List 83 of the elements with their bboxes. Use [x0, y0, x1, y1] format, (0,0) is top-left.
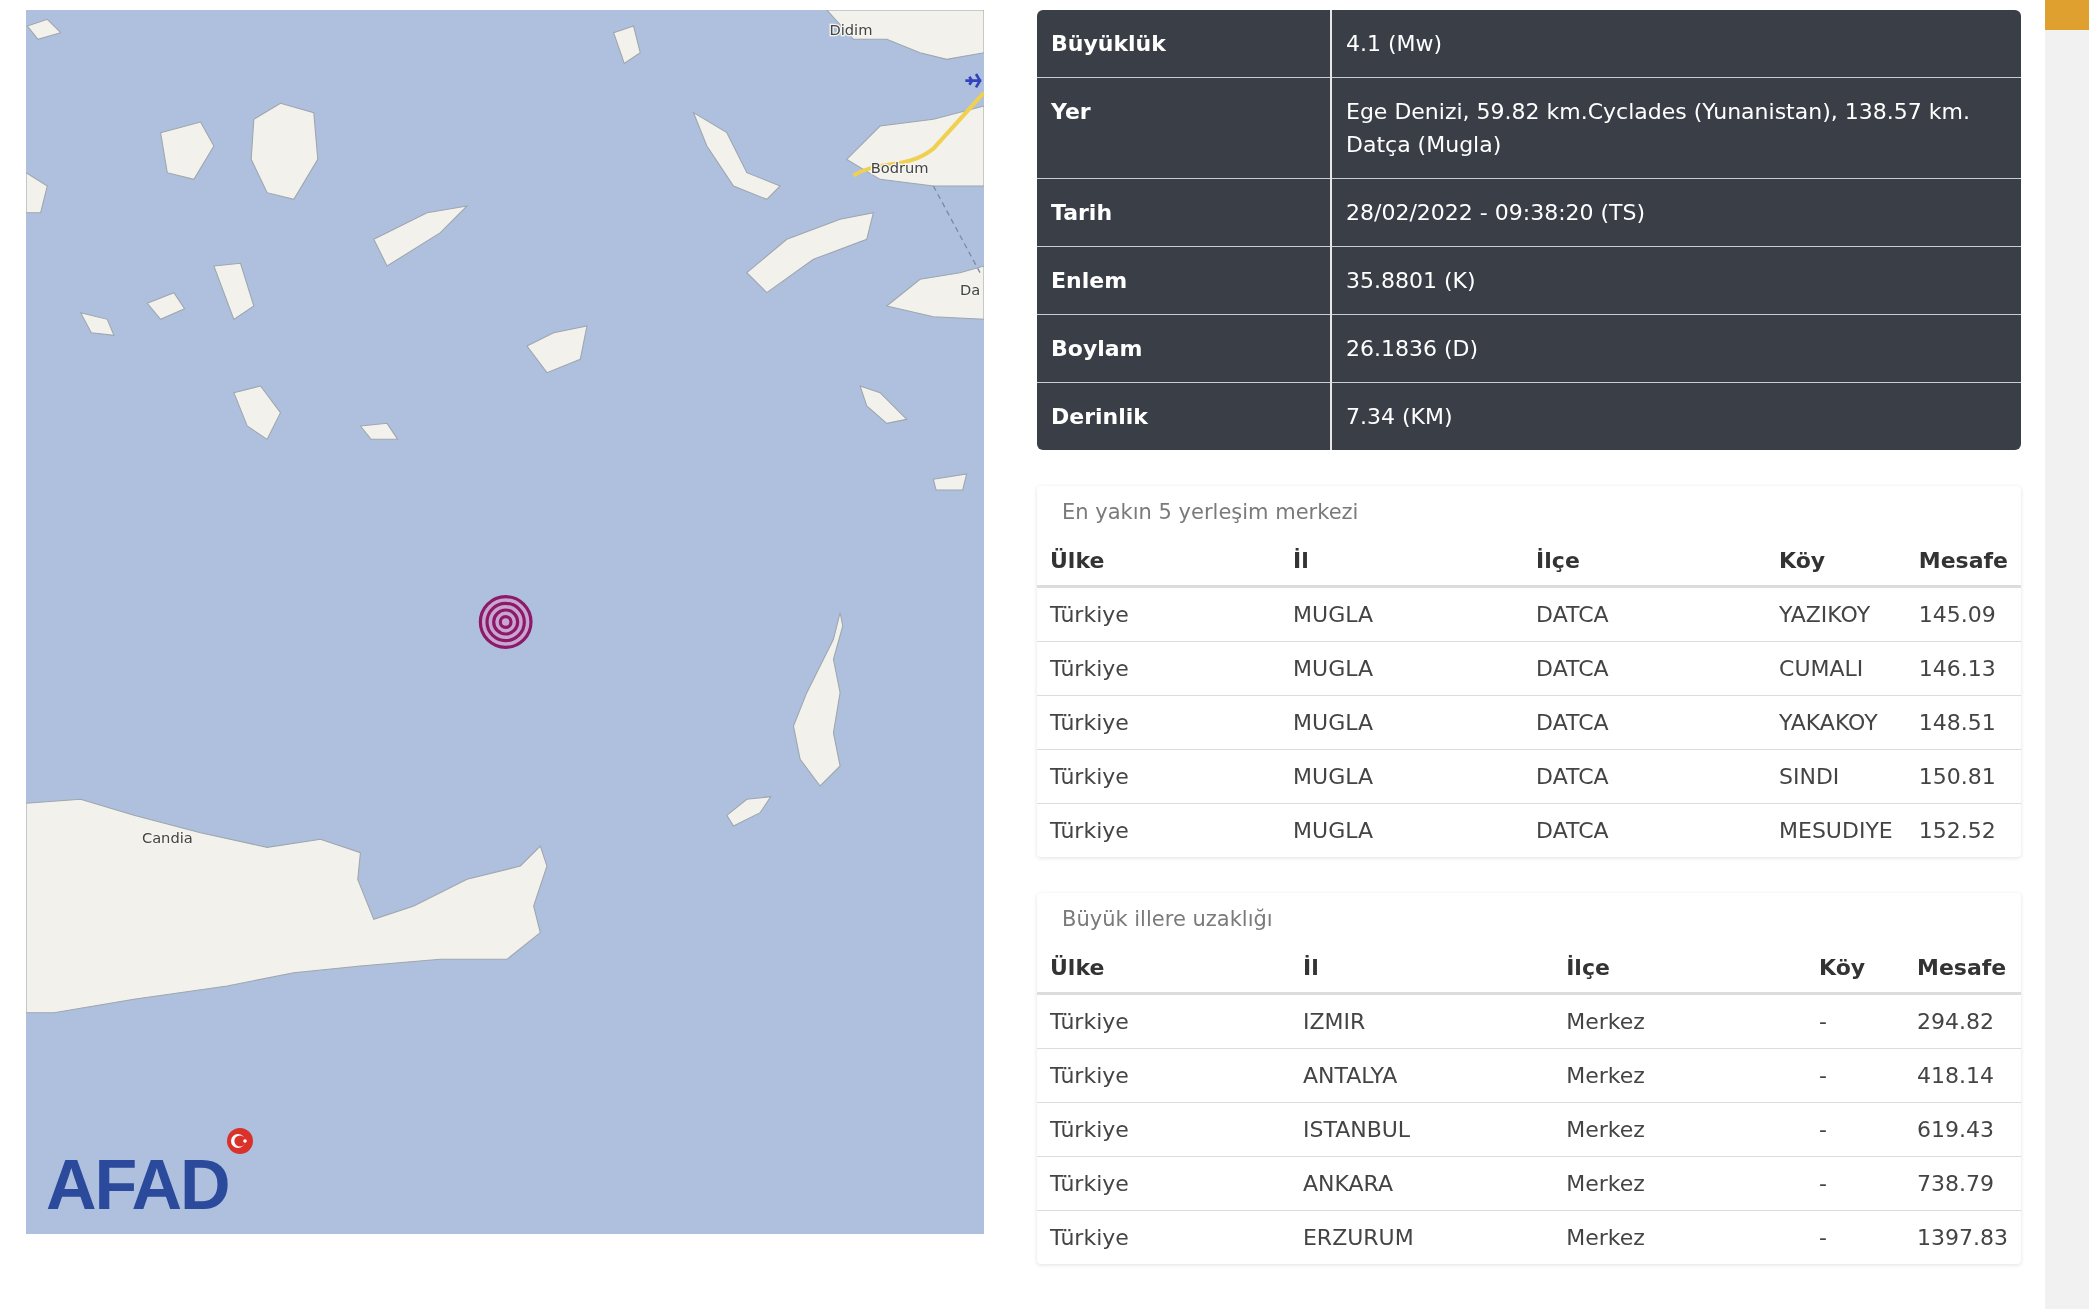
detail-label: Tarih	[1037, 178, 1331, 247]
detail-label: Enlem	[1037, 246, 1331, 315]
column-header: İlçe	[1553, 941, 1807, 994]
table-cell: DATCA	[1523, 803, 1766, 857]
column-header: Ülke	[1037, 941, 1290, 994]
table-cell: ANTALYA	[1289, 1048, 1554, 1103]
column-header: Mesafe	[1904, 941, 2021, 994]
table-cell: ERZURUM	[1289, 1210, 1554, 1264]
table-cell: -	[1806, 1210, 1904, 1264]
table-cell: Türkiye	[1037, 695, 1281, 750]
detail-value: 7.34 (KM)	[1331, 382, 2021, 450]
table-cell: 146.13	[1905, 641, 2021, 696]
table-cell: Merkez	[1553, 993, 1807, 1049]
table-cell: Merkez	[1553, 1048, 1807, 1103]
table-cell: ANKARA	[1289, 1156, 1554, 1211]
table-cell: IZMIR	[1289, 993, 1554, 1049]
table-cell: MESUDIYE	[1766, 803, 1906, 857]
table-cell: Türkiye	[1037, 749, 1281, 804]
table-cell: MUGLA	[1280, 749, 1524, 804]
map[interactable]: Didim Bodrum Da Candia AFAD	[26, 10, 984, 1234]
table-cell: DATCA	[1523, 641, 1766, 696]
table-cell: Türkiye	[1037, 641, 1281, 696]
table-cell: MUGLA	[1280, 586, 1524, 642]
map-label: Candia	[141, 829, 193, 847]
column-header: Ülke	[1037, 534, 1281, 587]
section-title: En yakın 5 yerleşim merkezi	[1061, 499, 1360, 526]
table-cell: Türkiye	[1037, 803, 1281, 857]
table-cell: SINDI	[1766, 749, 1906, 804]
detail-value: 26.1836 (D)	[1331, 314, 2021, 383]
detail-value: 4.1 (Mw)	[1331, 10, 2021, 78]
table-cell: Türkiye	[1037, 993, 1290, 1049]
table-cell: DATCA	[1523, 695, 1766, 750]
detail-label: Boylam	[1037, 314, 1331, 383]
table-cell: MUGLA	[1280, 803, 1524, 857]
table-cell: CUMALI	[1766, 641, 1906, 696]
column-header: Köy	[1806, 941, 1904, 994]
table-cell: Türkiye	[1037, 1102, 1290, 1157]
table-cell: Türkiye	[1037, 1048, 1290, 1103]
epicenter-marker-icon[interactable]	[478, 595, 533, 649]
table-cell: Merkez	[1553, 1156, 1807, 1211]
column-header: İl	[1289, 941, 1554, 994]
table-cell: -	[1806, 1048, 1904, 1103]
table-cell: 619.43	[1904, 1102, 2021, 1157]
table-cell: 1397.83	[1904, 1210, 2021, 1264]
table-cell: Merkez	[1553, 1210, 1807, 1264]
detail-label: Büyüklük	[1037, 10, 1331, 78]
airplane-icon	[964, 72, 983, 89]
detail-value: Ege Denizi, 59.82 km.Cyclades (Yunanistan), 138.57 km. Datça (Mugla)	[1331, 77, 2021, 179]
detail-value: 28/02/2022 - 09:38:20 (TS)	[1331, 178, 2021, 247]
table-cell: ISTANBUL	[1289, 1102, 1554, 1157]
table-cell: 152.52	[1905, 803, 2021, 857]
table-cell: Türkiye	[1037, 1210, 1290, 1264]
table-cell: Türkiye	[1037, 1156, 1290, 1211]
table-cell: MUGLA	[1280, 641, 1524, 696]
table-cell: DATCA	[1523, 749, 1766, 804]
accent-bar	[2045, 0, 2089, 30]
table-cell: -	[1806, 1156, 1904, 1211]
table-cell: Türkiye	[1037, 586, 1281, 642]
column-header: Köy	[1766, 534, 1906, 587]
section-title: Büyük illere uzaklığı	[1061, 906, 1274, 933]
column-header: İl	[1280, 534, 1524, 587]
table-cell: YAZIKOY	[1766, 586, 1906, 642]
map-label: Da	[960, 281, 981, 299]
table-cell: 738.79	[1904, 1156, 2021, 1211]
detail-label: Derinlik	[1037, 382, 1331, 450]
map-label: Bodrum	[870, 158, 929, 176]
map-label: Didim	[829, 21, 873, 39]
table-cell: 148.51	[1905, 695, 2021, 750]
column-header: Mesafe	[1905, 534, 2021, 587]
afad-logo: AFAD	[46, 1150, 229, 1220]
table-cell: 294.82	[1904, 993, 2021, 1049]
table-cell: -	[1806, 993, 1904, 1049]
table-cell: YAKAKOY	[1766, 695, 1906, 750]
detail-label: Yer	[1037, 77, 1331, 179]
table-cell: 150.81	[1905, 749, 2021, 804]
table-cell: DATCA	[1523, 586, 1766, 642]
table-cell: 145.09	[1905, 586, 2021, 642]
table-cell: Merkez	[1553, 1102, 1807, 1157]
detail-value: 35.8801 (K)	[1331, 246, 2021, 315]
column-header: İlçe	[1523, 534, 1766, 587]
table-cell: -	[1806, 1102, 1904, 1157]
table-cell: 418.14	[1904, 1048, 2021, 1103]
table-cell: MUGLA	[1280, 695, 1524, 750]
